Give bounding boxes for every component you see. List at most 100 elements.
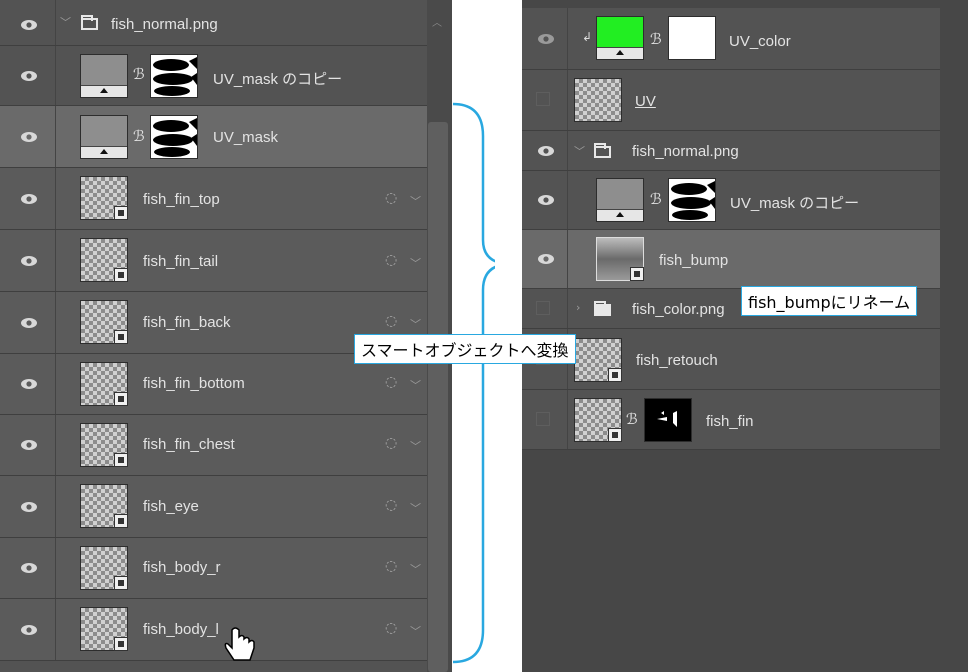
layer-thumbnail[interactable] (80, 546, 128, 590)
layer-thumbnail[interactable] (80, 484, 128, 528)
visibility-cell[interactable] (0, 0, 56, 45)
layer-thumbnail[interactable] (80, 423, 128, 467)
link-icon[interactable]: ℬ (650, 30, 662, 48)
hidden-visibility-box[interactable] (536, 411, 550, 426)
layer-row-fish-fin[interactable]: ℬ fish_fin (522, 390, 940, 450)
eye-icon[interactable] (20, 317, 38, 329)
layer-thumbnail[interactable] (80, 238, 128, 282)
layer-thumbnail[interactable] (596, 178, 644, 222)
smart-filter-icon[interactable]: ◌ (385, 374, 397, 390)
layer-row[interactable]: fish_fin_top ◌ ﹀ (0, 168, 427, 230)
visibility-cell[interactable] (522, 8, 568, 69)
layer-name[interactable]: fish_body_r (143, 559, 221, 576)
layer-row-fish-bump[interactable]: fish_bump (522, 230, 940, 289)
layer-thumbnail[interactable] (80, 115, 128, 159)
eye-icon[interactable] (537, 253, 555, 265)
visibility-cell[interactable] (0, 230, 56, 291)
layer-thumbnail[interactable] (574, 338, 622, 382)
visibility-cell[interactable] (0, 538, 56, 598)
layer-row-uv[interactable]: UV (522, 70, 940, 131)
layer-name[interactable]: fish_color.png (632, 301, 725, 318)
chevron-down-icon[interactable]: ﹀ (410, 623, 421, 639)
smart-filter-icon[interactable]: ◌ (385, 252, 397, 268)
link-icon[interactable]: ℬ (626, 410, 638, 428)
layer-thumbnail[interactable] (574, 398, 622, 442)
eye-icon[interactable] (20, 255, 38, 267)
layer-name[interactable]: fish_fin_chest (143, 436, 235, 453)
layer-name[interactable]: UV_mask のコピー (213, 68, 342, 89)
layer-name[interactable]: fish_fin_top (143, 191, 220, 208)
eye-icon[interactable] (20, 439, 38, 451)
chevron-down-icon[interactable]: ﹀ (410, 438, 421, 454)
chevron-right-icon[interactable]: › (576, 301, 580, 314)
visibility-cell[interactable] (522, 131, 568, 170)
hidden-visibility-box[interactable] (536, 300, 550, 315)
layer-row-fish-retouch[interactable]: fish_retouch (522, 329, 940, 390)
chevron-down-icon[interactable]: ﹀ (410, 377, 421, 393)
chevron-down-icon[interactable]: ﹀ (410, 561, 421, 577)
chevron-down-icon[interactable]: ﹀ (410, 316, 421, 332)
layer-name[interactable]: UV_mask のコピー (730, 192, 859, 213)
layer-name[interactable]: UV_color (729, 33, 791, 50)
layer-mask-thumbnail[interactable] (150, 115, 198, 159)
visibility-cell[interactable] (522, 390, 568, 449)
layer-row[interactable]: fish_body_l ◌ ﹀ (0, 599, 427, 661)
smart-filter-icon[interactable]: ◌ (385, 435, 397, 451)
layer-thumbnail[interactable] (80, 607, 128, 651)
chevron-down-icon[interactable]: ﹀ (410, 500, 421, 516)
eye-icon[interactable] (537, 145, 555, 157)
eye-icon[interactable] (20, 131, 38, 143)
layer-mask-thumbnail[interactable] (668, 16, 716, 60)
layer-thumbnail[interactable] (596, 16, 644, 60)
visibility-cell[interactable] (522, 289, 568, 328)
eye-icon[interactable] (20, 624, 38, 636)
eye-icon[interactable] (20, 562, 38, 574)
layer-name[interactable]: UV (635, 93, 656, 110)
eye-icon[interactable] (537, 194, 555, 206)
layer-row[interactable]: fish_eye ◌ ﹀ (0, 476, 427, 538)
eye-icon[interactable] (20, 70, 38, 82)
layer-thumbnail[interactable] (80, 362, 128, 406)
layer-row[interactable]: fish_fin_tail ◌ ﹀ (0, 230, 427, 292)
layer-name[interactable]: fish_fin (706, 413, 754, 430)
visibility-cell[interactable] (0, 106, 56, 167)
chevron-down-icon[interactable]: ﹀ (574, 143, 585, 159)
layer-thumbnail[interactable] (596, 237, 644, 281)
layer-mask-thumbnail[interactable] (644, 398, 692, 442)
layer-mask-thumbnail[interactable] (150, 54, 198, 98)
visibility-cell[interactable] (0, 168, 56, 229)
visibility-cell[interactable] (0, 476, 56, 537)
layer-thumbnail[interactable] (80, 54, 128, 98)
eye-icon[interactable] (20, 19, 38, 31)
visibility-cell[interactable] (0, 415, 56, 475)
layer-thumbnail[interactable] (80, 176, 128, 220)
layer-row-uv-mask-copy[interactable]: ℬ UV_mask のコピー (522, 171, 940, 230)
layer-thumbnail[interactable] (80, 300, 128, 344)
visibility-cell[interactable] (0, 354, 56, 414)
link-icon[interactable]: ℬ (650, 190, 662, 208)
layer-thumbnail[interactable] (574, 78, 622, 122)
layer-row[interactable]: fish_fin_chest ◌ ﹀ (0, 415, 427, 476)
visibility-cell[interactable] (522, 70, 568, 130)
link-icon[interactable]: ℬ (133, 65, 145, 83)
smart-filter-icon[interactable]: ◌ (385, 190, 397, 206)
layer-name[interactable]: fish_retouch (636, 352, 718, 369)
link-icon[interactable]: ℬ (133, 127, 145, 145)
eye-icon[interactable] (537, 33, 555, 45)
hidden-visibility-box[interactable] (536, 92, 550, 106)
layer-name[interactable]: fish_normal.png (111, 16, 218, 33)
layer-group-row[interactable]: ﹀ fish_normal.png (522, 131, 940, 171)
layer-group-row[interactable]: ﹀ fish_normal.png (0, 0, 427, 46)
chevron-down-icon[interactable]: ﹀ (60, 14, 71, 30)
chevron-down-icon[interactable]: ﹀ (410, 255, 421, 271)
chevron-down-icon[interactable]: ﹀ (410, 193, 421, 209)
layer-row-uv-mask-copy[interactable]: ℬ UV_mask のコピー (0, 46, 427, 106)
eye-icon[interactable] (20, 193, 38, 205)
layer-row[interactable]: fish_body_r ◌ ﹀ (0, 538, 427, 599)
smart-filter-icon[interactable]: ◌ (385, 313, 397, 329)
visibility-cell[interactable] (522, 230, 568, 288)
layer-name[interactable]: fish_normal.png (632, 143, 739, 160)
smart-filter-icon[interactable]: ◌ (385, 620, 397, 636)
layer-name[interactable]: fish_fin_tail (143, 253, 218, 270)
chevron-up-icon[interactable]: ︿ (432, 14, 442, 29)
